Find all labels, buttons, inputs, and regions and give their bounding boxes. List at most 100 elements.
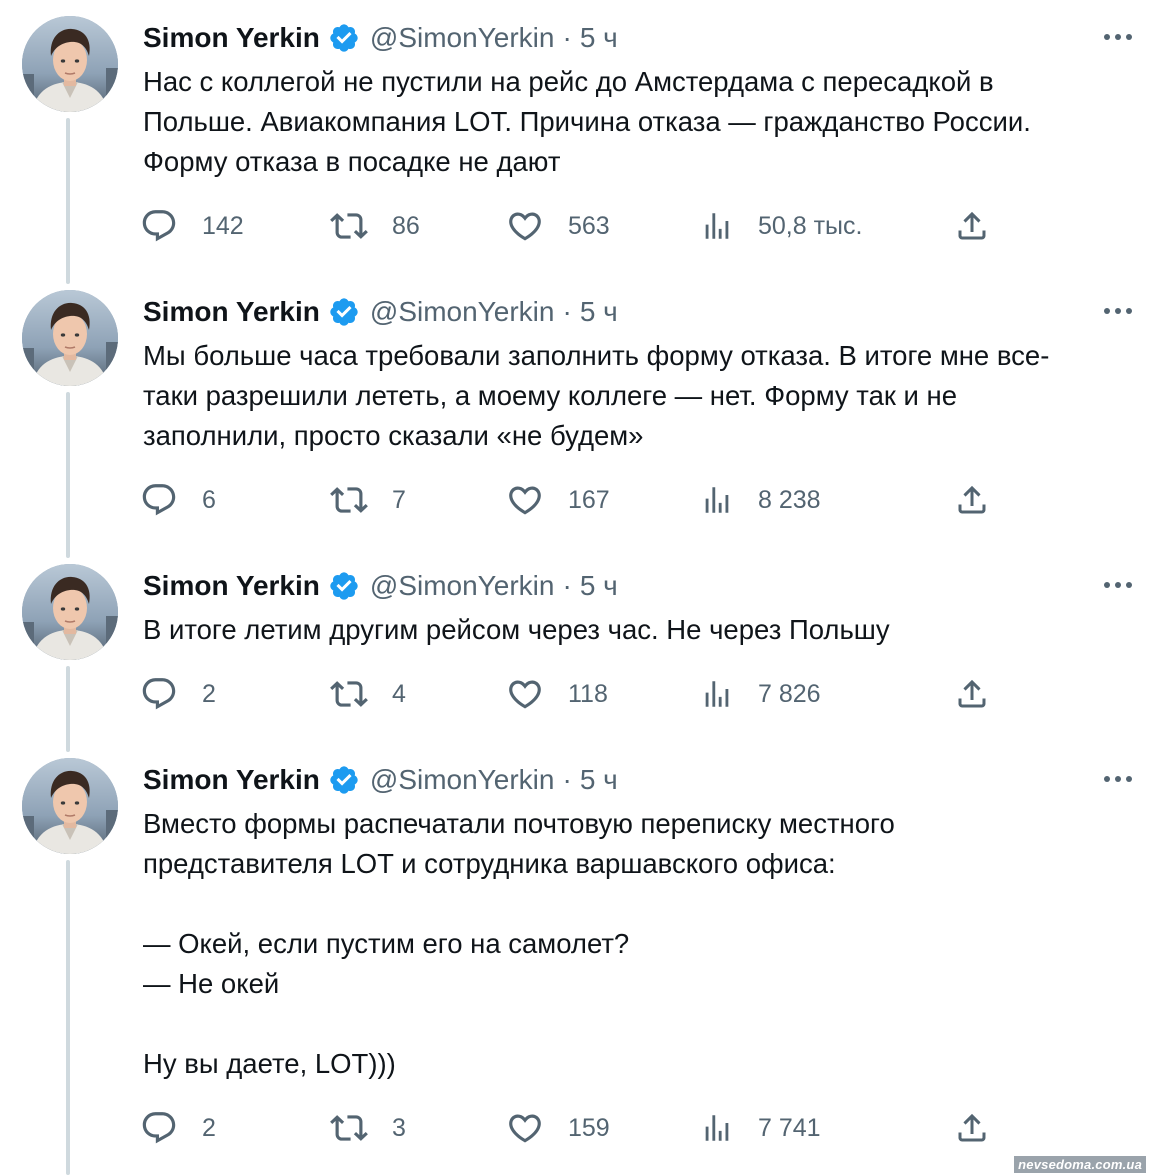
retweet-button[interactable]: 3: [330, 1106, 406, 1150]
separator-dot: ·: [562, 296, 572, 327]
retweet-button[interactable]: 86: [330, 204, 420, 248]
retweet-button[interactable]: 7: [330, 478, 406, 522]
verified-badge-icon[interactable]: [328, 764, 360, 796]
avatar-portrait-image: [22, 290, 118, 386]
retweet-button[interactable]: 4: [330, 672, 406, 716]
more-icon: [1104, 582, 1132, 588]
views-icon: [705, 681, 729, 707]
tweet-actions: 2 4 118 7 826: [140, 672, 1000, 716]
reply-button[interactable]: 2: [140, 1106, 216, 1150]
tweet-actions: 2 3 159 7 741: [140, 1106, 1000, 1150]
more-options-button[interactable]: [1100, 22, 1136, 52]
watermark: nevsedoma.com.ua: [1014, 1156, 1146, 1173]
retweet-count: 3: [392, 1113, 406, 1142]
retweet-icon: [330, 1115, 368, 1141]
more-options-button[interactable]: [1100, 296, 1136, 326]
verified-badge-icon[interactable]: [328, 22, 360, 54]
reply-count: 2: [202, 1113, 216, 1142]
reply-count: 2: [202, 679, 216, 708]
like-button[interactable]: 159: [506, 1106, 610, 1150]
reply-icon: [142, 210, 176, 242]
verified-badge-icon[interactable]: [328, 296, 360, 328]
tweet[interactable]: Simon Yerkin @SimonYerkin · 5 ч Нас с ко…: [0, 0, 1150, 284]
retweet-icon: [330, 487, 368, 513]
share-button[interactable]: [954, 478, 990, 522]
views-count: 8 238: [758, 485, 821, 514]
author-handle[interactable]: @SimonYerkin: [370, 296, 555, 328]
author-name[interactable]: Simon Yerkin: [143, 22, 320, 54]
retweet-icon: [330, 213, 368, 239]
like-button[interactable]: 118: [506, 672, 608, 716]
share-icon: [958, 485, 986, 514]
avatar-portrait-image: [22, 758, 118, 854]
retweet-icon: [330, 681, 368, 707]
like-button[interactable]: 563: [506, 204, 610, 248]
avatar[interactable]: [22, 758, 118, 854]
separator-dot: ·: [562, 22, 572, 53]
avatar-portrait-image: [22, 564, 118, 660]
views-button[interactable]: 50,8 тыс.: [700, 204, 862, 248]
like-count: 563: [568, 211, 610, 240]
share-icon: [958, 679, 986, 708]
views-icon: [705, 213, 729, 239]
views-icon: [705, 1115, 729, 1141]
reply-icon: [142, 678, 176, 710]
reply-count: 142: [202, 211, 244, 240]
tweet-timestamp[interactable]: 5 ч: [580, 296, 618, 328]
author-handle[interactable]: @SimonYerkin: [370, 22, 555, 54]
thread-connector-line: [66, 666, 70, 752]
tweet[interactable]: Simon Yerkin @SimonYerkin · 5 ч В итоге …: [0, 548, 1150, 752]
share-button[interactable]: [954, 1106, 990, 1150]
tweet-header: Simon Yerkin @SimonYerkin · 5 ч: [143, 292, 618, 332]
tweet-timestamp[interactable]: 5 ч: [580, 22, 618, 54]
avatar[interactable]: [22, 564, 118, 660]
reply-button[interactable]: 6: [140, 478, 216, 522]
heart-icon: [509, 680, 541, 709]
author-name[interactable]: Simon Yerkin: [143, 764, 320, 796]
thread-connector-line: [66, 118, 70, 284]
tweet-text: В итоге летим другим рейсом через час. Н…: [143, 614, 890, 645]
share-button[interactable]: [954, 204, 990, 248]
reply-button[interactable]: 2: [140, 672, 216, 716]
tweet-actions: 142 86 563 50,8 тыс.: [140, 204, 1000, 248]
share-icon: [958, 1113, 986, 1142]
author-handle[interactable]: @SimonYerkin: [370, 764, 555, 796]
views-icon: [705, 487, 729, 513]
like-count: 118: [568, 679, 608, 708]
more-options-button[interactable]: [1100, 764, 1136, 794]
tweet-timestamp[interactable]: 5 ч: [580, 764, 618, 796]
like-count: 167: [568, 485, 610, 514]
thread-connector-line: [66, 392, 70, 558]
author-name[interactable]: Simon Yerkin: [143, 296, 320, 328]
verified-badge-icon[interactable]: [328, 570, 360, 602]
views-button[interactable]: 7 826: [700, 672, 821, 716]
tweet[interactable]: Simon Yerkin @SimonYerkin · 5 ч Вместо ф…: [0, 742, 1150, 1175]
avatar[interactable]: [22, 290, 118, 386]
avatar[interactable]: [22, 16, 118, 112]
like-count: 159: [568, 1113, 610, 1142]
separator-dot: ·: [562, 764, 572, 795]
heart-icon: [509, 1114, 541, 1143]
tweet-header: Simon Yerkin @SimonYerkin · 5 ч: [143, 760, 618, 800]
reply-button[interactable]: 142: [140, 204, 244, 248]
more-icon: [1104, 776, 1132, 782]
separator-dot: ·: [562, 570, 572, 601]
author-handle[interactable]: @SimonYerkin: [370, 570, 555, 602]
heart-icon: [509, 486, 541, 515]
tweet[interactable]: Simon Yerkin @SimonYerkin · 5 ч Мы больш…: [0, 274, 1150, 558]
like-button[interactable]: 167: [506, 478, 610, 522]
views-count: 7 826: [758, 679, 821, 708]
avatar-portrait-image: [22, 16, 118, 112]
reply-icon: [142, 484, 176, 516]
more-options-button[interactable]: [1100, 570, 1136, 600]
thread-connector-line: [66, 860, 70, 1175]
tweet-text: Вместо формы распечатали почтовую перепи…: [143, 808, 895, 1079]
views-button[interactable]: 8 238: [700, 478, 821, 522]
views-count: 7 741: [758, 1113, 821, 1142]
author-name[interactable]: Simon Yerkin: [143, 570, 320, 602]
views-button[interactable]: 7 741: [700, 1106, 821, 1150]
share-button[interactable]: [954, 672, 990, 716]
more-icon: [1104, 34, 1132, 40]
retweet-count: 86: [392, 211, 420, 240]
tweet-timestamp[interactable]: 5 ч: [580, 570, 618, 602]
